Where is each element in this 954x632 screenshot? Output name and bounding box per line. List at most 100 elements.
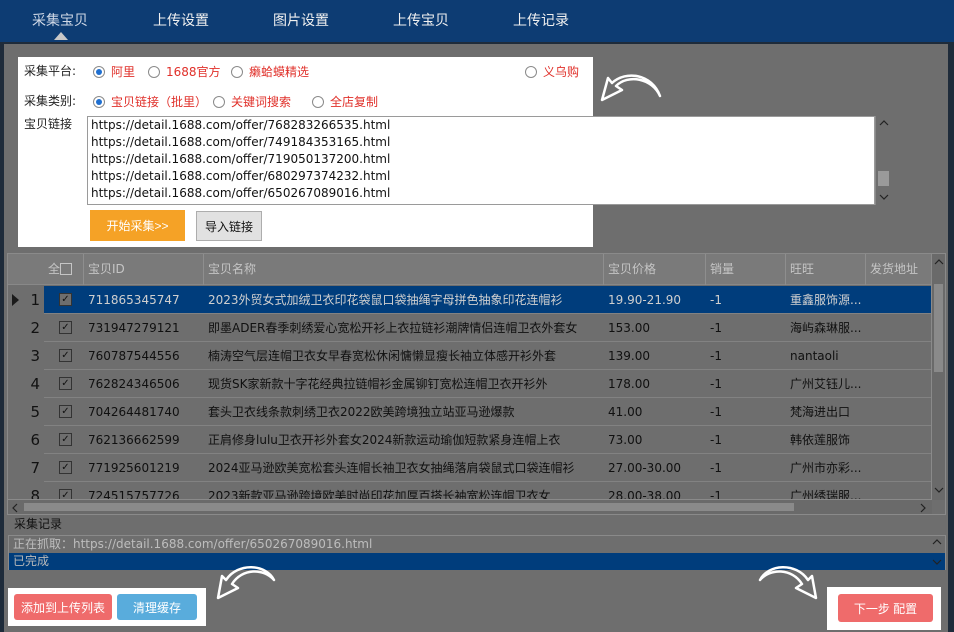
row-checkbox[interactable]: ✓: [59, 349, 72, 362]
cell-wangwang: 梵海进出口: [790, 405, 851, 419]
platform-label: 采集平台:: [24, 64, 77, 78]
tab-upload-settings[interactable]: 上传设置: [153, 10, 209, 30]
add-to-upload-button[interactable]: 添加到上传列表: [14, 594, 112, 620]
cell-wangwang: nantaoli: [790, 349, 839, 363]
scroll-thumb[interactable]: [24, 503, 794, 511]
column-price[interactable]: 宝贝价格: [604, 254, 706, 285]
cell-item-name: 正肩修身lulu卫衣开衫外套女2024新款运动瑜伽短款紧身连帽上衣: [208, 433, 561, 447]
column-sales[interactable]: 销量: [706, 254, 786, 285]
items-table: 全 宝贝ID 宝贝名称 宝贝价格 销量 旺旺 发货地址 1 ✓ 7118653457…: [7, 253, 946, 515]
cell-price: 178.00: [608, 377, 650, 391]
scroll-arrows-icon: [932, 539, 942, 565]
radio-dot-icon: [231, 65, 243, 78]
radio-dot-icon: [148, 65, 160, 78]
tab-bar: 采集宝贝 上传设置 图片设置 上传宝贝 上传记录: [0, 0, 954, 42]
platform-radio-yiwugo[interactable]: 义乌购: [525, 63, 579, 80]
row-number: 2: [8, 314, 44, 342]
cell-item-id: 760787544556: [88, 349, 180, 363]
links-textarea[interactable]: https://detail.1688.com/offer/7682832665…: [87, 116, 875, 205]
row-checkbox[interactable]: ✓: [59, 461, 72, 474]
next-step-button[interactable]: 下一步 配置: [838, 594, 933, 622]
radio-dot-icon: [93, 65, 105, 78]
platform-radio-1688[interactable]: 1688官方: [148, 63, 221, 80]
row-number: 5: [8, 398, 44, 426]
log-title: 采集记录: [14, 517, 63, 531]
radio-dot-icon: [213, 95, 225, 108]
row-checkbox[interactable]: ✓: [59, 377, 72, 390]
scroll-thumb[interactable]: [878, 171, 889, 186]
row-checkbox[interactable]: ✓: [59, 293, 72, 306]
table-row[interactable]: 6 ✓ 762136662599 正肩修身lulu卫衣开衫外套女2024新款运动瑜伽短…: [8, 426, 932, 454]
cell-price: 19.90-21.90: [608, 293, 682, 307]
type-radio-shop[interactable]: 全店复制: [312, 93, 378, 110]
clear-cache-button[interactable]: 清理缓存: [117, 594, 197, 620]
tab-upload-records[interactable]: 上传记录: [513, 10, 569, 30]
cell-address: [866, 314, 932, 342]
cell-item-name: 2024亚马逊欧美宽松套头连帽长袖卫衣女抽绳落肩袋鼠式口袋连帽衫: [208, 461, 575, 475]
row-checkbox[interactable]: ✓: [59, 321, 72, 334]
cell-sales: -1: [710, 405, 722, 419]
table-row[interactable]: 4 ✓ 762824346506 现货SK家新款十字花经典拉链帽衫金属铆钉宽松连帽卫衣…: [8, 370, 932, 398]
scroll-thumb[interactable]: [934, 284, 943, 372]
cell-sales: -1: [710, 377, 722, 391]
type-radio-links[interactable]: 宝贝链接（批里）: [93, 93, 207, 110]
type-label: 采集类别:: [24, 94, 77, 108]
column-wangwang[interactable]: 旺旺: [786, 254, 866, 285]
cell-wangwang: 广州市亦彩...: [790, 461, 862, 475]
cell-address: [866, 454, 932, 482]
table-row[interactable]: 2 ✓ 731947279121 即墨ADER春季刺绣爱心宽松开衫上衣拉链衫潮牌情侣连…: [8, 314, 932, 342]
tab-image-settings[interactable]: 图片设置: [273, 10, 329, 30]
select-all-checkbox[interactable]: [60, 263, 72, 275]
log-line: 正在抓取：https://detail.1688.com/offer/65026…: [13, 537, 373, 551]
row-checkbox[interactable]: ✓: [59, 433, 72, 446]
cell-wangwang: 重鑫服饰源...: [790, 293, 862, 307]
cell-item-name: 现货SK家新款十字花经典拉链帽衫金属铆钉宽松连帽卫衣开衫外: [208, 377, 548, 391]
link-line: https://detail.1688.com/offer/7491843531…: [91, 135, 391, 149]
cell-address: [866, 342, 932, 370]
start-collect-button[interactable]: 开始采集>>: [90, 210, 185, 241]
row-checkbox[interactable]: ✓: [59, 405, 72, 418]
cell-price: 139.00: [608, 349, 650, 363]
pointer-arrow-icon: [758, 566, 818, 600]
tab-upload-items[interactable]: 上传宝贝: [393, 10, 449, 30]
radio-dot-icon: [93, 95, 105, 108]
cell-sales: -1: [710, 293, 722, 307]
cell-wangwang: 韩依莲服饰: [790, 433, 851, 447]
table-vscrollbar[interactable]: [931, 254, 945, 500]
pointer-arrow-icon: [216, 566, 276, 600]
table-row[interactable]: 5 ✓ 704264481740 套头卫衣线条款刺绣卫衣2022欧美跨境独立站亚马逊爆…: [8, 398, 932, 426]
row-number: 6: [8, 426, 44, 454]
row-number: 4: [8, 370, 44, 398]
cell-wangwang: 广州艾钰儿...: [790, 377, 862, 391]
table-row[interactable]: 3 ✓ 760787544556 楠涛空气层连帽卫衣女早春宽松休闲慵懒显瘦长袖立体感开…: [8, 342, 932, 370]
table-hscrollbar[interactable]: [8, 499, 932, 514]
table-header: 全 宝贝ID 宝贝名称 宝贝价格 销量 旺旺 发货地址: [8, 254, 932, 285]
column-item-name[interactable]: 宝贝名称: [204, 254, 604, 285]
cell-item-name: 套头卫衣线条款刺绣卫衣2022欧美跨境独立站亚马逊爆款: [208, 405, 515, 419]
table-row[interactable]: 1 ✓ 711865345747 2023外贸女式加绒卫衣印花袋鼠口袋抽绳字母拼色抽象…: [8, 286, 932, 314]
link-line: https://detail.1688.com/offer/7682832665…: [91, 118, 391, 132]
cell-address: [866, 370, 932, 398]
column-address[interactable]: 发货地址: [866, 254, 932, 285]
type-radio-keyword[interactable]: 关键词搜索: [213, 93, 291, 110]
links-scrollbar[interactable]: [875, 116, 891, 205]
cell-item-id: 704264481740: [88, 405, 180, 419]
current-row-pointer-icon: [12, 294, 19, 306]
cell-item-id: 731947279121: [88, 321, 180, 335]
pointer-arrow-icon: [600, 74, 662, 102]
radio-dot-icon: [525, 65, 537, 78]
platform-radio-lhm[interactable]: 癞蛤蟆精选: [231, 63, 309, 80]
cell-sales: -1: [710, 433, 722, 447]
select-all-column[interactable]: 全: [44, 254, 84, 285]
table-row[interactable]: 7 ✓ 771925601219 2024亚马逊欧美宽松套头连帽长袖卫衣女抽绳落肩袋鼠…: [8, 454, 932, 482]
tab-collect[interactable]: 采集宝贝: [32, 10, 88, 30]
active-tab-indicator: [54, 32, 68, 40]
scroll-arrows-icon: [879, 120, 889, 200]
column-item-id[interactable]: 宝贝ID: [84, 254, 204, 285]
platform-radio-ali[interactable]: 阿里: [93, 63, 135, 80]
row-number: 3: [8, 342, 44, 370]
import-links-button[interactable]: 导入链接: [196, 211, 262, 241]
cell-wangwang: 海屿森琳服...: [790, 321, 862, 335]
cell-item-id: 762136662599: [88, 433, 180, 447]
link-line: https://detail.1688.com/offer/6802973742…: [91, 169, 391, 183]
